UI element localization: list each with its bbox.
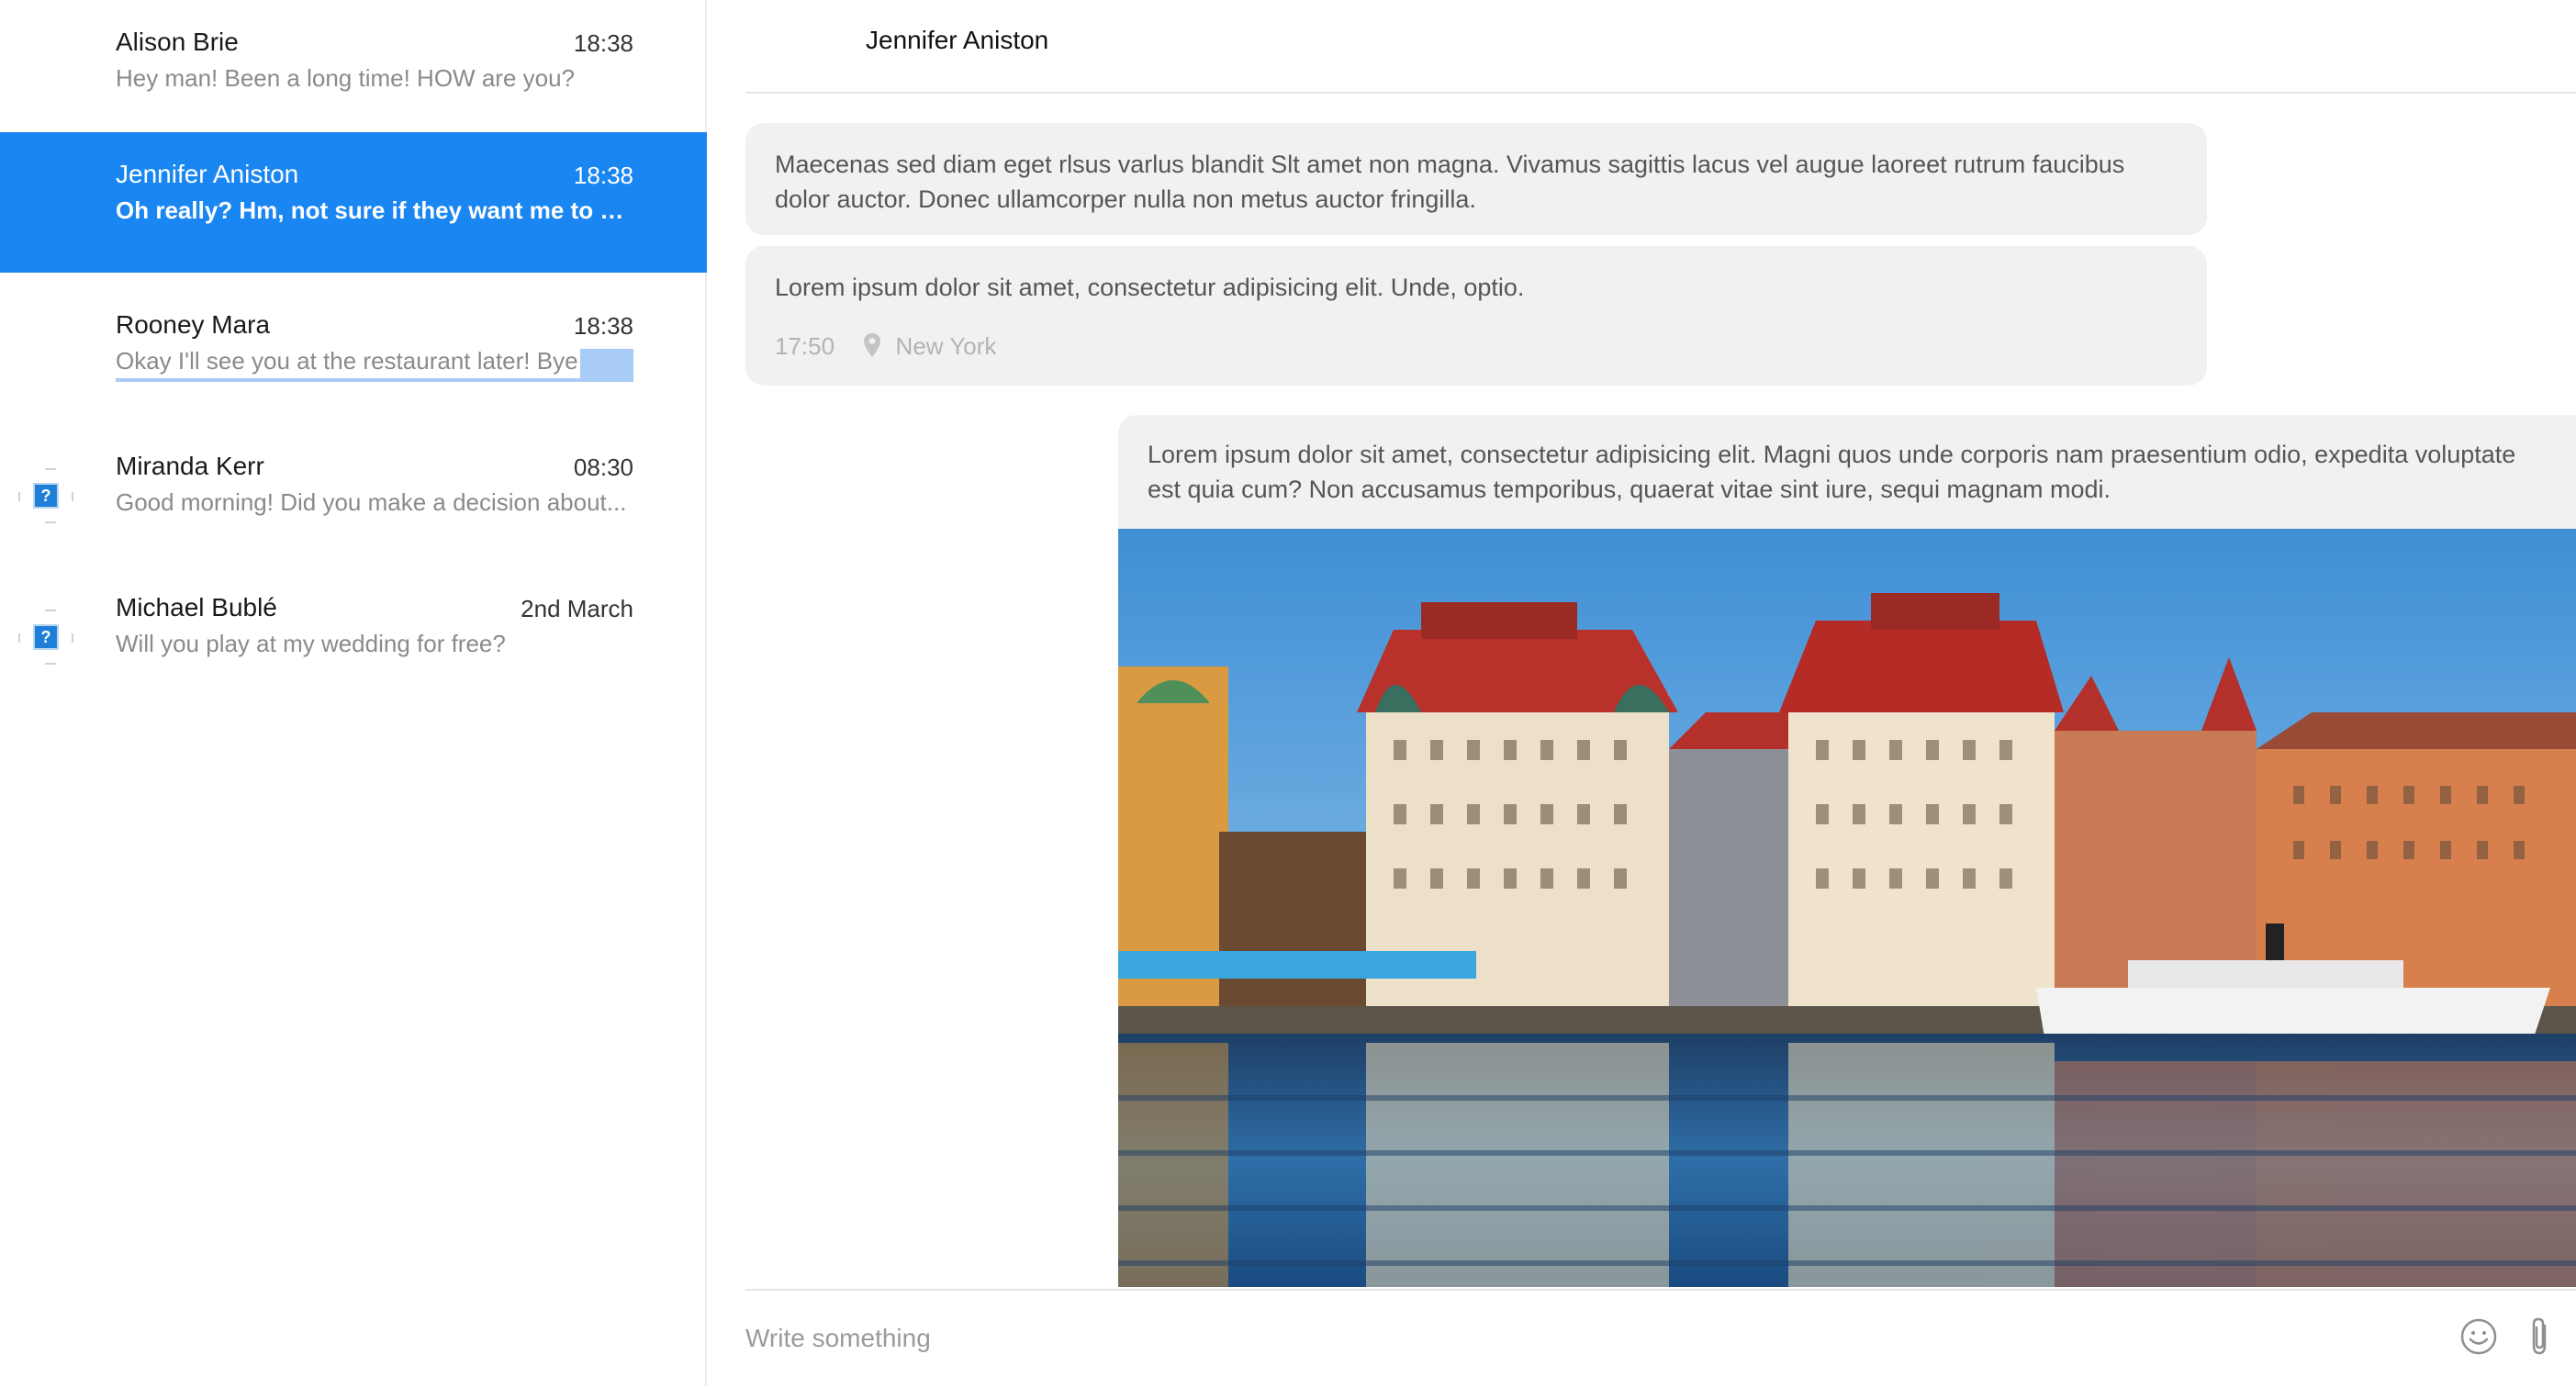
conversation-item-alison-brie[interactable]: Alison Brie 18:38 Hey man! Been a long t… [0,0,707,140]
conversation-item-michael-buble[interactable]: ? Michael Bublé 2nd March Will you play … [0,565,707,706]
chat-title: Jennifer Aniston [866,26,1049,54]
message-preview: Good morning! Did you make a decision ab… [116,488,627,516]
message-bubble-sent: Lorem ipsum dolor sit amet, consectetur … [1118,415,2576,1287]
message-timestamp: 17:50 [775,332,835,360]
message-text: Lorem ipsum dolor sit amet, consectetur … [775,274,1525,301]
message-preview: Okay I'll see you at the restaurant late… [116,347,578,375]
message-text: Lorem ipsum dolor sit amet, consectetur … [1148,441,2516,503]
message-time: 18:38 [573,29,633,57]
contact-name: Jennifer Aniston [116,160,299,188]
message-preview: Oh really? Hm, not sure if they want me … [116,196,633,224]
contact-name: Rooney Mara [116,310,271,339]
paperclip-icon[interactable] [2526,1315,2554,1359]
text-selection-underline [116,378,633,382]
message-meta: 17:50 New York [775,329,996,367]
message-time: 18:38 [573,162,633,189]
smiley-icon[interactable] [2458,1316,2499,1357]
city-waterfront-photo[interactable] [1118,529,2576,1287]
chat-panel: Jennifer Aniston Maecenas sed diam eget … [709,0,2576,1386]
broken-image-icon: ? [18,610,73,665]
message-time: 2nd March [521,595,633,622]
conversation-sidebar: Alison Brie 18:38 Hey man! Been a long t… [0,0,707,1386]
contact-name: Miranda Kerr [116,452,264,480]
conversation-item-rooney-mara[interactable]: Rooney Mara 18:38 Okay I'll see you at t… [0,283,707,423]
broken-image-icon: ? [18,468,73,523]
message-time: 18:38 [573,312,633,340]
message-location[interactable]: New York [896,332,997,360]
contact-name: Michael Bublé [116,593,277,621]
message-text: Maecenas sed diam eget rlsus varlus blan… [775,151,2125,213]
chat-header: Jennifer Aniston [745,0,2576,94]
contact-name: Alison Brie [116,28,239,56]
message-input[interactable] [745,1313,2398,1364]
conversation-item-jennifer-aniston[interactable]: Jennifer Aniston 18:38 Oh really? Hm, no… [0,132,707,273]
message-bubble-received: Lorem ipsum dolor sit amet, consectetur … [745,246,2207,386]
conversation-item-miranda-kerr[interactable]: ? Miranda Kerr 08:30 Good morning! Did y… [0,424,707,565]
message-composer [745,1289,2576,1388]
message-bubble-received: Maecenas sed diam eget rlsus varlus blan… [745,123,2207,235]
map-pin-icon [863,332,881,367]
message-preview: Will you play at my wedding for free? [116,630,506,657]
message-preview: Hey man! Been a long time! HOW are you? [116,64,576,92]
message-time: 08:30 [573,453,633,481]
